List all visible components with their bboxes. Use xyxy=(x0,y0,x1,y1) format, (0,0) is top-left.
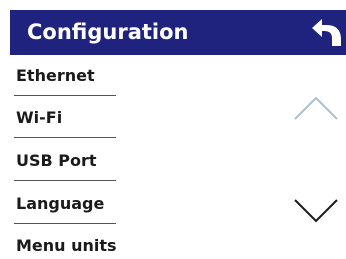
configuration-screen: Configuration Ethernet Wi-Fi USB Port La… xyxy=(0,0,346,259)
menu-item-menu-units[interactable]: Menu units xyxy=(16,236,117,256)
chevron-up-icon xyxy=(294,96,338,120)
divider xyxy=(14,95,116,96)
divider xyxy=(14,137,116,138)
back-button[interactable] xyxy=(310,14,346,50)
menu-item-wifi[interactable]: Wi-Fi xyxy=(16,108,62,128)
header-bar: Configuration xyxy=(10,10,346,55)
chevron-down-icon xyxy=(294,199,338,223)
menu-item-usb-port[interactable]: USB Port xyxy=(16,151,97,171)
scroll-down-button[interactable] xyxy=(293,198,339,224)
divider xyxy=(14,180,116,181)
menu-item-language[interactable]: Language xyxy=(16,194,104,214)
page-title: Configuration xyxy=(27,20,189,44)
back-arrow-icon xyxy=(312,19,341,46)
divider xyxy=(14,223,116,224)
menu-item-ethernet[interactable]: Ethernet xyxy=(16,66,95,86)
scroll-up-button[interactable] xyxy=(293,95,339,121)
